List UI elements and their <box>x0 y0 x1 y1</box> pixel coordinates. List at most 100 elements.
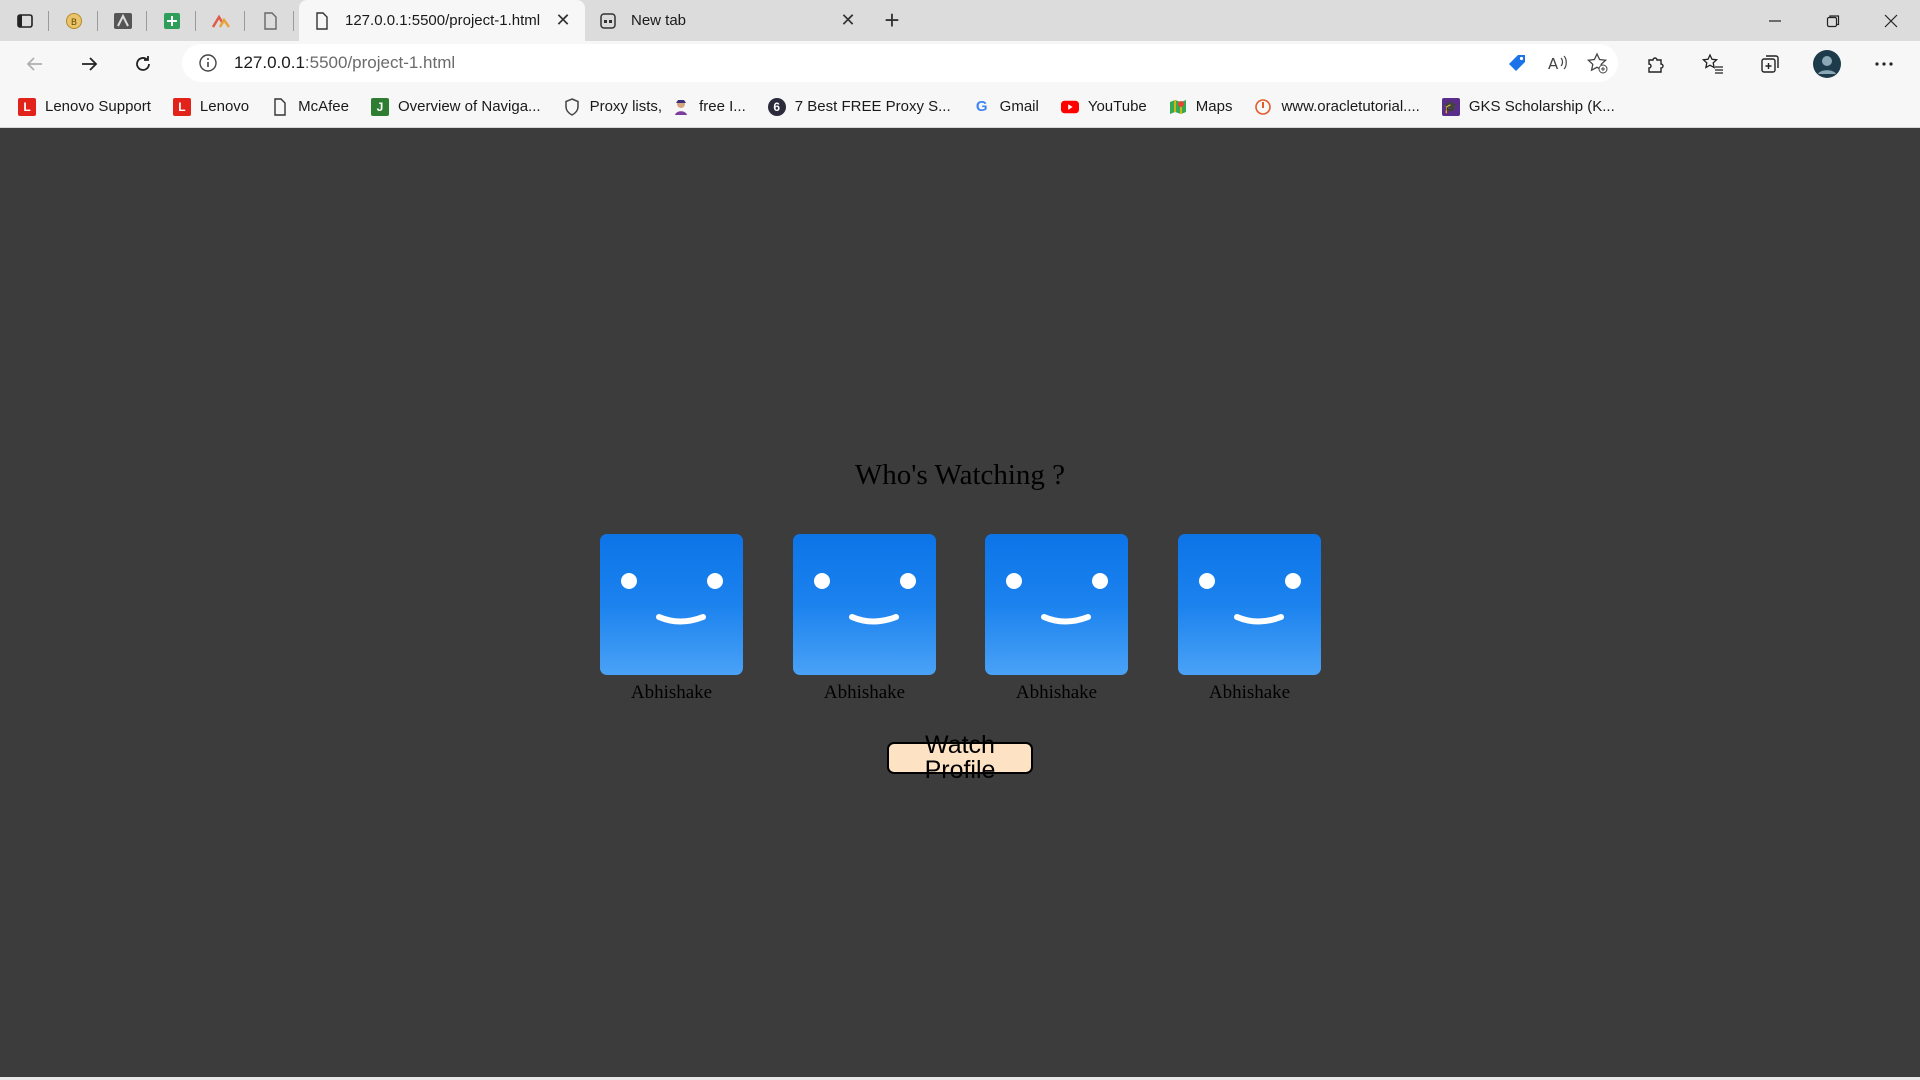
new-tab-button[interactable]: + <box>870 0 914 41</box>
bookmark-item[interactable]: L Lenovo Support <box>18 97 151 116</box>
triangle-logo-icon <box>211 11 231 31</box>
tab-project[interactable]: 127.0.0.1:5500/project-1.html ✕ <box>299 0 585 41</box>
bookmark-item[interactable]: YouTube <box>1060 98 1147 116</box>
bookmark-item[interactable]: 🎓 GKS Scholarship (K... <box>1441 97 1615 116</box>
favorites-icon <box>1701 52 1723 74</box>
bookmark-label: Maps <box>1195 98 1233 115</box>
refresh-button[interactable] <box>116 44 170 84</box>
profile-card[interactable]: Abhishake <box>793 534 936 704</box>
bookmark-label: YouTube <box>1087 98 1147 115</box>
svg-text:A: A <box>1548 55 1559 73</box>
bookmark-item[interactable]: Proxy lists, <box>563 97 663 116</box>
pinned-tab-3[interactable] <box>147 0 196 41</box>
toolbar-right <box>1627 41 1920 86</box>
favorites-button[interactable] <box>1684 44 1741 84</box>
bookmarks-bar: L Lenovo Support L Lenovo McAfee J Overview… <box>0 86 1920 128</box>
profile-card[interactable]: Abhishake <box>600 534 743 704</box>
bookmark-label: Lenovo Support <box>45 98 151 115</box>
extensions-button[interactable] <box>1627 44 1684 84</box>
page-icon <box>271 97 289 116</box>
bookmark-label: McAfee <box>298 98 349 115</box>
url-text[interactable]: 127.0.0.1:5500/project-1.html <box>234 53 455 73</box>
profile-name: Abhishake <box>823 682 906 703</box>
address-bar-actions: A <box>1506 44 1608 82</box>
lenovo-icon: L <box>172 97 191 116</box>
arrow-left-icon <box>26 56 42 71</box>
address-bar[interactable]: 127.0.0.1:5500/project-1.html A <box>182 44 1618 82</box>
pinned-tab-1[interactable]: B <box>49 0 98 41</box>
tab-actions-icon <box>15 11 35 31</box>
a-logo-icon <box>113 11 133 31</box>
profile-name: Abhishake <box>630 682 713 703</box>
arrow-right-icon <box>82 56 98 71</box>
j-icon: J <box>371 97 389 116</box>
plus-icon: + <box>884 5 900 35</box>
minimize-button[interactable] <box>1746 0 1804 41</box>
smiley-face-icon <box>814 573 916 625</box>
url-path: :5500/project-1.html <box>304 53 456 72</box>
shield-icon <box>563 97 581 116</box>
green-plus-icon <box>162 11 182 31</box>
bookmark-item[interactable]: J Overview of Naviga... <box>371 97 541 116</box>
add-favorite-icon[interactable] <box>1586 52 1608 74</box>
bookmark-label: 7 Best FREE Proxy S... <box>794 98 951 115</box>
profile-avatar[interactable] <box>1178 534 1321 675</box>
google-icon: G <box>975 98 988 115</box>
more-menu-button[interactable] <box>1855 44 1912 84</box>
bookmark-item[interactable]: 6 7 Best FREE Proxy S... <box>767 97 951 116</box>
youtube-icon <box>1060 98 1079 116</box>
profile-avatar[interactable] <box>793 534 936 675</box>
profile-name: Abhishake <box>1208 682 1291 703</box>
bookmark-label: GKS Scholarship (K... <box>1468 98 1615 115</box>
minimize-icon <box>1769 19 1781 22</box>
read-aloud-icon[interactable]: A <box>1546 52 1568 74</box>
collections-icon <box>1760 54 1779 73</box>
back-button[interactable] <box>8 44 62 84</box>
smiley-face-icon <box>1199 573 1301 625</box>
bookmark-item[interactable]: McAfee <box>271 97 349 116</box>
bookmark-item[interactable]: Maps <box>1169 98 1233 116</box>
page-content: Who's Watching ? Abhishake Abhishake Abh… <box>0 129 1920 1080</box>
page-icon <box>313 11 331 30</box>
lenovo-icon: L <box>18 97 36 116</box>
bookmark-item[interactable]: L Lenovo <box>172 97 250 116</box>
profile-avatar[interactable] <box>985 534 1128 675</box>
bookmark-label: free I... <box>699 98 746 115</box>
new-tab-page-icon <box>599 12 617 30</box>
pinned-tab-4[interactable] <box>196 0 245 41</box>
page-icon <box>260 11 280 31</box>
profile-avatar[interactable] <box>600 534 743 675</box>
url-host: 127.0.0.1 <box>234 53 305 72</box>
collections-button[interactable] <box>1741 44 1798 84</box>
restore-button[interactable] <box>1804 0 1862 41</box>
bookmark-item[interactable]: free I... <box>672 98 746 116</box>
pinned-tab-2[interactable] <box>98 0 147 41</box>
tab-actions-button[interactable] <box>0 0 49 41</box>
window-controls <box>1746 0 1920 41</box>
circle-logo-icon: 6 <box>767 97 786 116</box>
close-icon[interactable]: ✕ <box>553 10 573 31</box>
bookmark-item[interactable]: www.oracletutorial.... <box>1254 98 1420 116</box>
bookmark-label: Lenovo <box>199 98 250 115</box>
avatar-icon <box>1812 49 1841 78</box>
more-dots-icon <box>1874 61 1893 66</box>
close-icon[interactable]: ✕ <box>838 10 858 31</box>
gks-icon: 🎓 <box>1441 97 1460 116</box>
forward-button[interactable] <box>62 44 116 84</box>
bookmark-label: Overview of Naviga... <box>398 98 541 115</box>
profile-card[interactable]: Abhishake <box>985 534 1128 704</box>
smiley-face-icon <box>1006 573 1108 625</box>
pinned-tab-5[interactable] <box>245 0 294 41</box>
watch-profile-button[interactable]: Watch Profile <box>887 733 1033 783</box>
tab-new-tab[interactable]: New tab ✕ <box>585 0 870 41</box>
restore-icon <box>1826 14 1840 27</box>
profile-button[interactable] <box>1798 44 1855 84</box>
browser-chrome: B 127.0.0.1:5500/project-1.html ✕ New ta… <box>0 0 1920 129</box>
bookmark-item[interactable]: G Gmail <box>973 98 1039 116</box>
close-window-button[interactable] <box>1862 0 1920 41</box>
info-icon[interactable] <box>198 53 218 73</box>
profile-card[interactable]: Abhishake <box>1178 534 1321 704</box>
oracle-icon <box>1254 98 1272 116</box>
bookmark-label: Proxy lists, <box>589 98 663 115</box>
shopping-tag-icon[interactable] <box>1506 52 1528 74</box>
